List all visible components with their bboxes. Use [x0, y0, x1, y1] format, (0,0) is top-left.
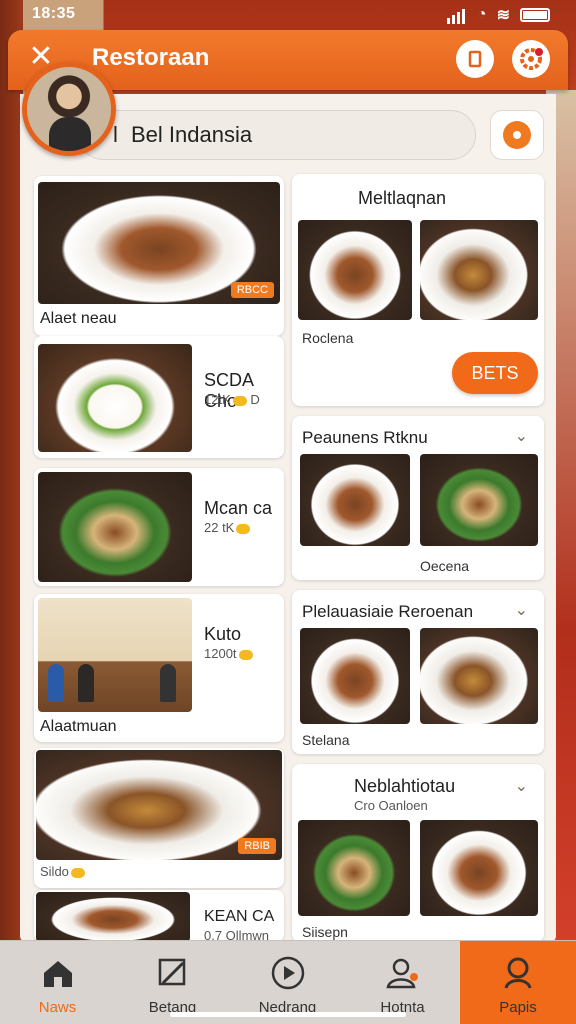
item-title: Kuto: [204, 624, 242, 644]
food-image: [298, 220, 412, 320]
restaurant-card[interactable]: RBIB Sildo: [34, 748, 284, 888]
diner-figure: [160, 664, 176, 702]
home-indicator[interactable]: [170, 1012, 406, 1017]
card-label: Alaatmuan: [40, 718, 117, 735]
item-title: Mcan ca: [204, 498, 273, 518]
diner-figure: [48, 664, 64, 702]
tab-news[interactable]: Naws: [0, 941, 115, 1024]
price-tail: D: [250, 392, 260, 407]
coin-icon: [70, 867, 85, 878]
bookmark-button[interactable]: [456, 40, 494, 78]
wifi-icon: ◔: [476, 6, 487, 23]
status-icons: ◔ ≋: [446, 5, 550, 25]
food-image: [38, 344, 192, 452]
item-price: 12tK D: [204, 392, 260, 407]
order-button[interactable]: BETS: [452, 352, 538, 394]
item-price: 22 tK: [204, 520, 251, 535]
food-image: [298, 820, 410, 916]
item-price: 1200t: [204, 646, 253, 661]
card-label: Sildo: [40, 864, 85, 879]
status-bar: 18:35 ◔ ≋: [0, 0, 576, 28]
filter-button[interactable]: [490, 110, 544, 160]
signal-icon: [446, 6, 467, 24]
label-text: Sildo: [40, 864, 69, 879]
menu-item-card[interactable]: Mcan ca 22 tK: [34, 468, 284, 586]
menu-item-card[interactable]: KEAN CA 0.7 Ollmwn: [34, 890, 284, 942]
status-time: 18:35: [32, 5, 76, 22]
section-caption: Roclena: [302, 330, 354, 346]
restaurant-photo: [38, 598, 192, 712]
tab-label: Papis: [499, 999, 537, 1016]
food-image: RBIB: [36, 750, 282, 860]
section-title: Peaunens Rtknu: [302, 428, 428, 447]
coin-icon: [232, 395, 247, 406]
page-title: Restoraan: [92, 44, 210, 71]
avatar[interactable]: [22, 62, 116, 156]
diner-figure: [78, 664, 94, 702]
battery-icon: [520, 8, 550, 22]
section-title: Neblahtiotau: [354, 776, 456, 796]
category-section[interactable]: Neblahtiotau Cro Oanloen ⌄ Siisepn: [292, 764, 544, 942]
food-image: [420, 220, 538, 320]
gear-icon: [520, 48, 543, 70]
section-subtitle: Cro Oanloen: [354, 798, 428, 813]
category-section[interactable]: Plelauasiaie Reroenan ⌄ Stelana: [292, 590, 544, 754]
food-image: [420, 454, 538, 546]
chevron-down-icon[interactable]: ⌄: [515, 776, 528, 796]
price-badge: RBCC: [230, 282, 274, 298]
food-image: [420, 628, 538, 724]
tab-papis[interactable]: Papis: [460, 941, 576, 1024]
home-icon: [43, 961, 72, 987]
price-text: 12tK: [204, 392, 231, 407]
wifi-signal-icon: ≋: [496, 7, 510, 24]
section-caption: Siisepn: [302, 924, 348, 940]
section-caption: Stelana: [302, 732, 350, 748]
price-text: 22 tK: [204, 520, 235, 535]
section-caption: Oecena: [420, 558, 470, 574]
restaurant-card[interactable]: RBCC Alaet neau: [34, 176, 284, 336]
food-image: [300, 454, 410, 546]
item-title: KEAN CA: [204, 908, 275, 925]
content-panel: l Bel Indansia RBCC Alaet neau SCDA Cho …: [20, 94, 556, 942]
profile-icon: [504, 957, 532, 989]
price-text: 1200t: [204, 646, 237, 661]
search-input[interactable]: l Bel Indansia: [78, 110, 476, 160]
food-image: [38, 472, 192, 582]
filter-icon: [503, 121, 531, 149]
food-image: RBCC: [38, 182, 280, 304]
settings-button[interactable]: [512, 40, 550, 78]
coin-icon: [236, 523, 251, 534]
search-value: Bel Indansia: [131, 122, 253, 147]
chevron-down-icon[interactable]: ⌄: [515, 600, 528, 620]
card-label: Alaet neau: [40, 310, 117, 327]
food-image: [300, 628, 410, 724]
menu-item-card[interactable]: SCDA Cho 12tK D: [34, 336, 284, 458]
chevron-down-icon[interactable]: ⌄: [515, 426, 528, 446]
coin-icon: [238, 649, 253, 660]
section-title: Plelauasiaie Reroenan: [302, 602, 474, 621]
tab-label: Naws: [38, 999, 77, 1016]
user-settings-icon: [385, 958, 418, 989]
section-title: Meltlaqnan: [358, 188, 447, 208]
food-image: [36, 892, 190, 942]
edit-icon: [158, 958, 185, 986]
category-section[interactable]: Peaunens Rtknu ⌄ Oecena: [292, 416, 544, 580]
food-image: [420, 820, 538, 916]
bookmark-icon: [468, 50, 482, 68]
price-badge: RBIB: [238, 838, 276, 854]
play-icon: [271, 956, 304, 990]
menu-item-card[interactable]: Kuto 1200t Alaatmuan: [34, 594, 284, 742]
